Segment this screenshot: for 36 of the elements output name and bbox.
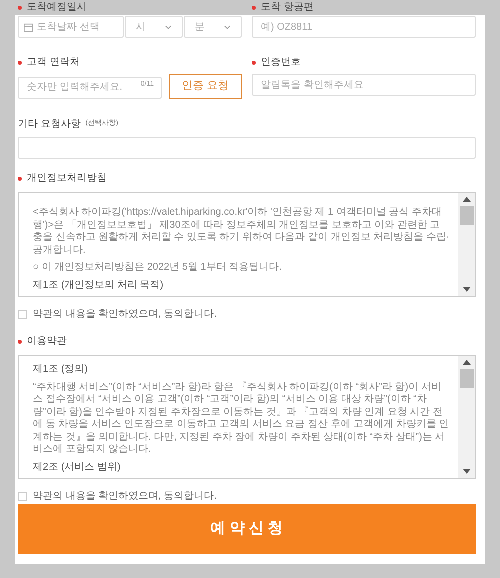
reservation-submit-button[interactable]: 예 약 신 청	[18, 504, 476, 554]
scrollbar[interactable]	[458, 356, 475, 478]
policy-text: ○ 이 개인정보처리방침은 2022년 5월 1부터 적용됩니다.	[33, 262, 283, 274]
section-heading: 제1조 (정의)	[33, 364, 89, 376]
select-field[interactable]: 분	[184, 16, 242, 38]
field-label: 기타 요청사항	[18, 120, 81, 130]
date-field[interactable]: 도착날짜 선택	[18, 16, 124, 38]
checkbox[interactable]	[18, 492, 27, 501]
section-heading: 제1조 (개인정보의 처리 목적)	[33, 280, 165, 292]
chevron-icon	[224, 24, 231, 30]
field-label: 고객 연락처	[27, 58, 80, 68]
field-label: 인증번호	[261, 58, 301, 68]
field-label: 개인정보처리방침	[27, 174, 107, 184]
field-label: 이용약관	[27, 337, 67, 347]
field-label: 도착 항공편	[261, 3, 314, 13]
input-field[interactable]	[18, 137, 476, 159]
scrollbar[interactable]	[458, 193, 475, 296]
checkbox[interactable]	[18, 310, 27, 319]
scrollbar-thumb[interactable]	[460, 369, 474, 388]
policy-text: <주식회사 하이파킹('https://valet.hiparking.co.kr'이하 '인천공항 제 1 여객터미널 공식 주차대행')>은 「개인정보보호법」 제30조에 따라 정보주체의 개인정보를 보호하고 이와 관련한 고충을 신속하고 원활하게 처리할 수 있도록 하기 위하여 다음과 같이 개인정보 처리방침을 수립·공개합니다.	[33, 207, 450, 257]
scrollbar-thumb[interactable]	[460, 206, 474, 225]
input-field[interactable]: 예) OZ8811	[252, 16, 476, 38]
input-field[interactable]: 알림톡을 확인해주세요	[252, 74, 476, 96]
up-arrow-icon[interactable]	[462, 360, 470, 365]
up-arrow-icon[interactable]	[462, 197, 470, 202]
policy-text: “주차대행 서비스”(이하 “서비스”라 함)라 함은 『주식회사 하이파킹(이하 “회사”라 함)이 서비스 접수장에서 “서비스 이용 고객”(이하 “고객”이라 함)의 “서비스 이용 대상 차량”(이하 “차량”이라 함)을 인수받아 지정된 주차장으로 이동하는 것』과 『고객의 차량 인계 요청 시간 전에 동 차량을 서비스 인도장으로 이동하고 고객의 서비스 요금 정산 후에 고객에게 차량키를 인계하는 것』을 의미합니다. 다만, 지정된 주차 장에 차량이 주차된 상태(이하 “주차 상태”)는 서비스에 포함되지 않습니다.	[33, 382, 450, 456]
down-arrow-icon[interactable]	[462, 287, 470, 292]
down-arrow-icon[interactable]	[462, 469, 470, 474]
chevron-icon	[165, 24, 172, 30]
checkbox-label: 약관의 내용을 확인하였으며, 동의합니다.	[33, 308, 217, 322]
request-code-button[interactable]: 인증 요청	[169, 74, 242, 99]
checkbox-label: 약관의 내용을 확인하였으며, 동의합니다.	[33, 490, 217, 504]
section-heading: 제2조 (서비스 범위)	[33, 462, 122, 474]
calendar-icon	[24, 22, 33, 32]
field-label: 도착예정일시	[27, 3, 87, 13]
select-field[interactable]: 시	[125, 16, 183, 38]
